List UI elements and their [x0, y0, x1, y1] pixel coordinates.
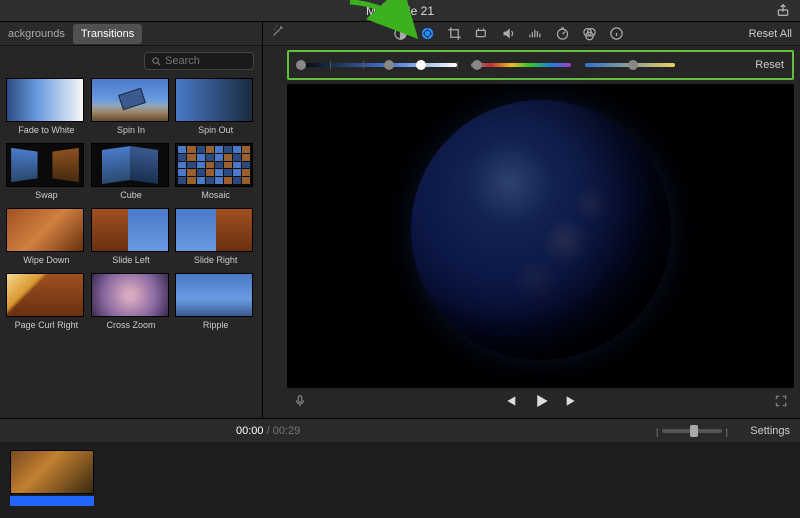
- transition-item[interactable]: Swap: [6, 143, 87, 206]
- next-button[interactable]: [564, 393, 580, 414]
- transition-item[interactable]: Slide Left: [91, 208, 172, 271]
- transition-label: Cube: [91, 187, 172, 206]
- transition-label: Cross Zoom: [91, 317, 172, 336]
- adjust-toolbar: Reset All: [263, 22, 800, 46]
- transition-item[interactable]: Slide Right: [175, 208, 256, 271]
- info-icon[interactable]: [609, 26, 624, 41]
- preview-panel: Reset All Reset: [263, 22, 800, 418]
- transition-thumb: [175, 143, 253, 187]
- transition-thumb: [175, 78, 253, 122]
- tab-backgrounds[interactable]: ackgrounds: [0, 24, 73, 44]
- project-title: My Movie 21: [366, 4, 434, 18]
- transition-item[interactable]: Cross Zoom: [91, 273, 172, 336]
- noise-reduction-icon[interactable]: [528, 26, 543, 41]
- timeline-clip[interactable]: [10, 450, 94, 506]
- titlebar: My Movie 21: [0, 0, 800, 22]
- temperature-slider[interactable]: [585, 63, 675, 67]
- transition-label: Slide Right: [175, 252, 256, 271]
- transition-thumb: [6, 78, 84, 122]
- prev-button[interactable]: [502, 393, 518, 414]
- transition-label: Wipe Down: [6, 252, 87, 271]
- exposure-slider[interactable]: [297, 63, 457, 67]
- timeline-header: 00:00 / 00:29 | | Settings: [0, 418, 800, 442]
- play-button[interactable]: [532, 392, 550, 415]
- transition-item[interactable]: Spin In: [91, 78, 172, 141]
- transition-label: Spin In: [91, 122, 172, 141]
- fullscreen-icon[interactable]: [774, 394, 788, 413]
- transition-thumb: [175, 208, 253, 252]
- share-icon[interactable]: [776, 3, 790, 22]
- color-balance-icon[interactable]: [393, 26, 408, 41]
- timeline[interactable]: [0, 442, 800, 518]
- color-correction-controls: Reset: [287, 50, 794, 80]
- tab-transitions[interactable]: Transitions: [73, 24, 142, 44]
- voiceover-icon[interactable]: [293, 394, 307, 413]
- transition-thumb: [175, 273, 253, 317]
- transition-thumb: [91, 208, 169, 252]
- transition-thumb: [91, 78, 169, 122]
- transition-item[interactable]: Fade to White: [6, 78, 87, 141]
- color-correction-icon[interactable]: [420, 26, 435, 41]
- transition-item[interactable]: Mosaic: [175, 143, 256, 206]
- transition-label: Spin Out: [175, 122, 256, 141]
- search-icon: [151, 56, 162, 67]
- transition-item[interactable]: Page Curl Right: [6, 273, 87, 336]
- transition-label: Swap: [6, 187, 87, 206]
- reset-all-button[interactable]: Reset All: [749, 28, 792, 40]
- preview-frame: [411, 100, 671, 360]
- transition-thumb: [6, 273, 84, 317]
- clip-video-thumb: [10, 450, 94, 494]
- transition-thumb: [91, 143, 169, 187]
- transition-label: Page Curl Right: [6, 317, 87, 336]
- transition-thumb: [6, 208, 84, 252]
- settings-button[interactable]: Settings: [750, 425, 790, 437]
- transition-thumb: [6, 143, 84, 187]
- saturation-slider[interactable]: [471, 63, 571, 67]
- transition-item[interactable]: Wipe Down: [6, 208, 87, 271]
- transition-item[interactable]: Ripple: [175, 273, 256, 336]
- transition-thumb: [91, 273, 169, 317]
- transition-label: Ripple: [175, 317, 256, 336]
- transition-label: Slide Left: [91, 252, 172, 271]
- zoom-slider[interactable]: | |: [662, 429, 722, 433]
- timecode: 00:00 / 00:29: [236, 425, 300, 437]
- search-input[interactable]: [144, 52, 254, 70]
- filter-icon[interactable]: [582, 26, 597, 41]
- magic-wand-icon[interactable]: [271, 24, 285, 43]
- clip-audio-track: [10, 496, 94, 506]
- transition-label: Mosaic: [175, 187, 256, 206]
- volume-icon[interactable]: [501, 26, 516, 41]
- transitions-panel: ackgrounds Transitions Fade to WhiteSpin…: [0, 22, 263, 418]
- stabilization-icon[interactable]: [474, 26, 489, 41]
- transition-item[interactable]: Spin Out: [175, 78, 256, 141]
- playback-controls: [287, 388, 794, 418]
- crop-icon[interactable]: [447, 26, 462, 41]
- reset-button[interactable]: Reset: [755, 59, 784, 71]
- transition-item[interactable]: Cube: [91, 143, 172, 206]
- transition-label: Fade to White: [6, 122, 87, 141]
- video-preview[interactable]: [287, 84, 794, 388]
- speed-icon[interactable]: [555, 26, 570, 41]
